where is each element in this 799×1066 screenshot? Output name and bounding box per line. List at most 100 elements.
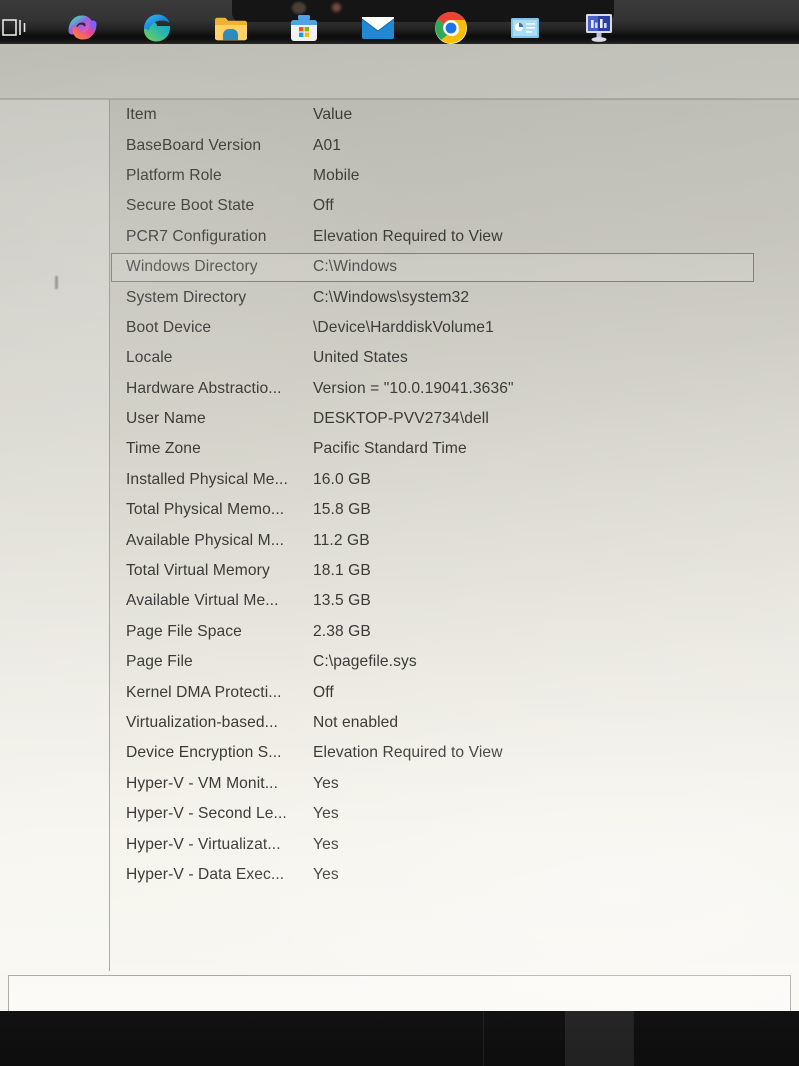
table-row[interactable]: Boot Device \Device\HarddiskVolume1 xyxy=(110,313,799,343)
table-row[interactable]: Page File C:\pagefile.sys xyxy=(110,647,799,677)
table-cell-value: Off xyxy=(313,197,334,215)
table-row[interactable]: Kernel DMA Protecti... Off xyxy=(110,677,799,707)
table-cell-item: Platform Role xyxy=(126,166,222,184)
table-cell-value: \Device\HarddiskVolume1 xyxy=(313,318,494,336)
table-cell-value: Version = "10.0.19041.3636" xyxy=(313,379,514,397)
copilot-icon[interactable] xyxy=(64,9,102,47)
table-cell-item: BaseBoard Version xyxy=(126,136,262,154)
table-row[interactable]: Total Virtual Memory 18.1 GB xyxy=(110,556,799,586)
table-cell-item: Total Physical Memo... xyxy=(126,501,285,519)
table-row[interactable]: System Directory C:\Windows\system32 xyxy=(110,282,799,312)
table-row[interactable]: Hyper-V - VM Monit... Yes xyxy=(110,769,799,799)
table-row[interactable]: Hardware Abstractio... Version = "10.0.19… xyxy=(110,374,799,404)
table-row[interactable]: Device Encryption S... Elevation Required… xyxy=(110,738,799,768)
taskbar-divider xyxy=(483,1011,484,1066)
table-cell-item: Virtualization-based... xyxy=(126,714,278,731)
table-row-selected[interactable]: Windows Directory C:\Windows xyxy=(110,252,799,283)
table-row[interactable]: User Name DESKTOP-PVV2734\dell xyxy=(110,404,799,434)
table-cell-value: Yes xyxy=(313,774,339,792)
desktop-screen: Item Value BaseBoard Version A01 Platform Ro… xyxy=(0,44,799,1038)
table-cell-value: 13.5 GB xyxy=(313,592,371,610)
system-info-table: Item Value BaseBoard Version A01 Platform Ro… xyxy=(110,100,799,890)
table-cell-item: Locale xyxy=(126,349,173,367)
table-cell-item: Hyper-V - Virtualizat... xyxy=(126,835,281,853)
table-cell-item: Kernel DMA Protecti... xyxy=(126,683,282,701)
table-row[interactable]: Hyper-V - Data Exec... Yes xyxy=(110,860,799,890)
table-header-item: Item xyxy=(126,106,157,124)
edge-icon[interactable] xyxy=(138,9,176,47)
table-row[interactable]: Hyper-V - Second Le... Yes xyxy=(110,799,799,829)
presentation-icon[interactable] xyxy=(506,9,544,47)
table-cell-item: Windows Directory xyxy=(126,258,258,276)
table-row[interactable]: Total Physical Memo... 15.8 GB xyxy=(110,495,799,525)
bezel-edge xyxy=(0,36,799,44)
table-cell-item: Secure Boot State xyxy=(126,197,255,215)
table-cell-item: Hyper-V - Second Le... xyxy=(126,805,287,823)
laptop-bezel xyxy=(0,0,799,36)
table-cell-value: 18.1 GB xyxy=(313,562,371,580)
table-cell-value: Yes xyxy=(313,805,339,823)
table-row[interactable]: Available Physical M... 11.2 GB xyxy=(110,525,799,555)
table-cell-value: DESKTOP-PVV2734\dell xyxy=(313,410,489,428)
table-header-value: Value xyxy=(313,106,353,124)
taskbar-divider xyxy=(633,1011,634,1066)
table-cell-value: Elevation Required to View xyxy=(313,744,503,762)
table-row[interactable]: Locale United States xyxy=(110,343,799,373)
table-cell-item: Total Virtual Memory xyxy=(126,562,270,580)
table-cell-value: C:\Windows xyxy=(313,258,398,276)
table-cell-value: 15.8 GB xyxy=(313,501,371,519)
taskbar-active-highlight xyxy=(565,1011,633,1066)
mail-icon[interactable] xyxy=(359,9,397,47)
system-information-icon[interactable] xyxy=(580,9,618,47)
details-pane[interactable]: Item Value BaseBoard Version A01 Platform Ro… xyxy=(110,99,799,971)
webcam-indicator-icon xyxy=(332,3,341,12)
category-tree-pane[interactable] xyxy=(0,99,110,971)
table-row[interactable]: BaseBoard Version A01 xyxy=(110,130,799,160)
table-cell-value: Elevation Required to View xyxy=(313,227,503,245)
table-cell-item: Available Virtual Me... xyxy=(126,592,279,610)
table-row[interactable]: Available Virtual Me... 13.5 GB xyxy=(110,586,799,616)
microsoft-store-icon[interactable] xyxy=(285,9,323,47)
table-cell-item: Boot Device xyxy=(126,318,212,336)
windows-taskbar[interactable] xyxy=(0,1011,799,1066)
table-cell-value: United States xyxy=(313,349,408,367)
table-row[interactable]: Item Value xyxy=(110,100,799,130)
window-top-strip xyxy=(0,44,799,99)
task-view-icon[interactable] xyxy=(0,9,34,47)
table-cell-item: Device Encryption S... xyxy=(126,744,282,762)
chrome-icon[interactable] xyxy=(432,9,470,47)
table-cell-value: C:\Windows\system32 xyxy=(313,288,470,306)
table-row[interactable]: Installed Physical Me... 16.0 GB xyxy=(110,465,799,495)
table-row[interactable]: Virtualization-based... Not enabled xyxy=(110,708,799,738)
table-cell-item: Page File xyxy=(126,653,193,671)
table-row[interactable]: Platform Role Mobile xyxy=(110,161,799,191)
table-cell-item: Page File Space xyxy=(126,622,242,640)
table-cell-value: C:\pagefile.sys xyxy=(313,653,417,671)
table-cell-value: Off xyxy=(313,683,334,701)
table-cell-value: Yes xyxy=(313,835,339,853)
table-cell-value: 11.2 GB xyxy=(313,531,370,549)
table-cell-value: 16.0 GB xyxy=(313,470,371,488)
file-explorer-icon[interactable] xyxy=(211,9,249,47)
table-cell-item: Hyper-V - Data Exec... xyxy=(126,865,285,883)
table-cell-value: A01 xyxy=(313,136,342,154)
table-cell-item: PCR7 Configuration xyxy=(126,227,267,245)
table-cell-item: System Directory xyxy=(126,288,247,306)
table-cell-item: Available Physical M... xyxy=(126,531,285,549)
table-cell-value: Not enabled xyxy=(313,714,399,731)
table-row[interactable]: Hyper-V - Virtualizat... Yes xyxy=(110,829,799,859)
table-row[interactable]: Page File Space 2.38 GB xyxy=(110,617,799,647)
table-cell-value: Mobile xyxy=(313,166,360,184)
table-cell-value: 2.38 GB xyxy=(313,622,371,640)
table-row[interactable]: PCR7 Configuration Elevation Required to … xyxy=(110,222,799,252)
table-row[interactable]: Secure Boot State Off xyxy=(110,191,799,221)
screen-artifact xyxy=(55,276,58,289)
table-cell-item: Hardware Abstractio... xyxy=(126,379,282,397)
table-row[interactable]: Time Zone Pacific Standard Time xyxy=(110,434,799,464)
screenshot-root: Item Value BaseBoard Version A01 Platform Ro… xyxy=(0,0,799,1066)
table-cell-item: Time Zone xyxy=(126,440,201,458)
table-cell-value: Yes xyxy=(313,865,339,883)
table-cell-item: Hyper-V - VM Monit... xyxy=(126,774,278,792)
table-cell-item: User Name xyxy=(126,410,206,428)
table-cell-value: Pacific Standard Time xyxy=(313,440,467,458)
